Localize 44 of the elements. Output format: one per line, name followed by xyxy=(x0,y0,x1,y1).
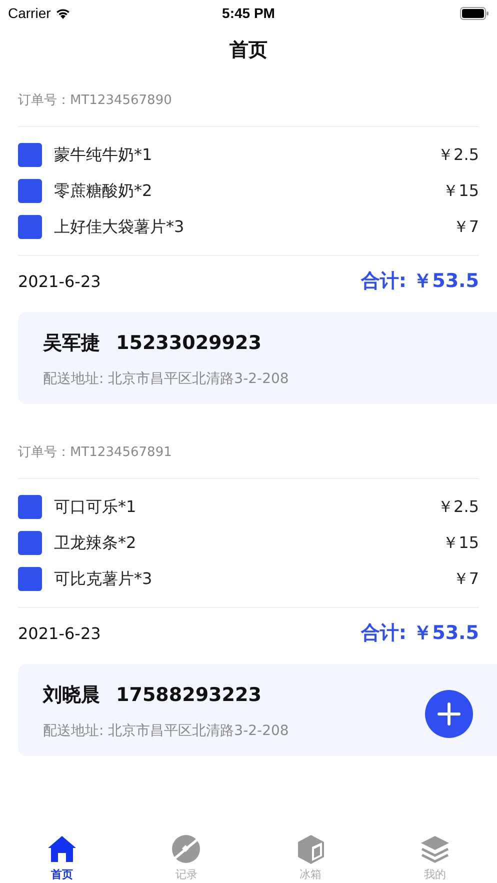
battery-icon xyxy=(460,6,489,20)
order-total: 合计: ￥53.5 xyxy=(360,621,479,646)
customer-phone: 17588293223 xyxy=(116,684,262,706)
house-icon xyxy=(46,833,78,865)
customer-name: 吴军捷 xyxy=(43,331,100,356)
item-thumbnail xyxy=(18,179,42,203)
item-thumbnail xyxy=(18,215,42,239)
item-name: 上好佳大袋薯片*3 xyxy=(54,216,186,238)
item-thumbnail xyxy=(18,143,42,167)
layers-icon xyxy=(418,833,451,865)
item-price: ￥7 xyxy=(452,216,479,238)
customer-name: 刘晓晨 xyxy=(43,683,100,708)
tab[interactable]: 记录 xyxy=(124,825,248,883)
item-thumbnail xyxy=(18,567,42,591)
order-number: 订单号：MT1234567890 xyxy=(18,92,172,109)
item-thumbnail xyxy=(18,495,42,519)
item-price: ￥7 xyxy=(452,568,479,590)
item-name: 可比克薯片*3 xyxy=(54,568,154,590)
item-name: 零蔗糖酸奶*2 xyxy=(54,180,154,202)
order-date: 2021-6-23 xyxy=(18,624,101,642)
order-total: 合计: ￥53.5 xyxy=(360,269,479,294)
delivery-address: 配送地址: 北京市昌平区北清路3-2-208 xyxy=(43,723,289,739)
order-date: 2021-6-23 xyxy=(18,272,101,290)
clock: 5:45 PM xyxy=(222,5,275,21)
item-price: ￥15 xyxy=(442,532,479,554)
item-thumbnail xyxy=(18,531,42,555)
customer-phone: 15233029923 xyxy=(116,332,262,354)
delivery-address: 配送地址: 北京市昌平区北清路3-2-208 xyxy=(43,371,289,387)
page-title: 首页 xyxy=(230,38,268,63)
item-name: 可口可乐*1 xyxy=(54,496,138,518)
plus-icon xyxy=(435,700,463,728)
tab[interactable]: 冰箱 xyxy=(248,825,373,883)
item-price: ￥15 xyxy=(442,180,479,202)
add-button[interactable] xyxy=(425,690,473,738)
wifi-icon xyxy=(54,7,71,19)
item-price: ￥2.5 xyxy=(438,144,479,166)
item-name: 卫龙辣条*2 xyxy=(54,532,138,554)
planet-icon xyxy=(170,833,202,865)
item-price: ￥2.5 xyxy=(438,496,479,518)
item-name: 蒙牛纯牛奶*1 xyxy=(54,144,154,166)
tab[interactable]: 我的 xyxy=(372,825,497,883)
tab[interactable]: 首页 xyxy=(0,825,124,883)
carrier-label: Carrier xyxy=(8,5,51,21)
order-number: 订单号：MT1234567891 xyxy=(18,444,172,461)
